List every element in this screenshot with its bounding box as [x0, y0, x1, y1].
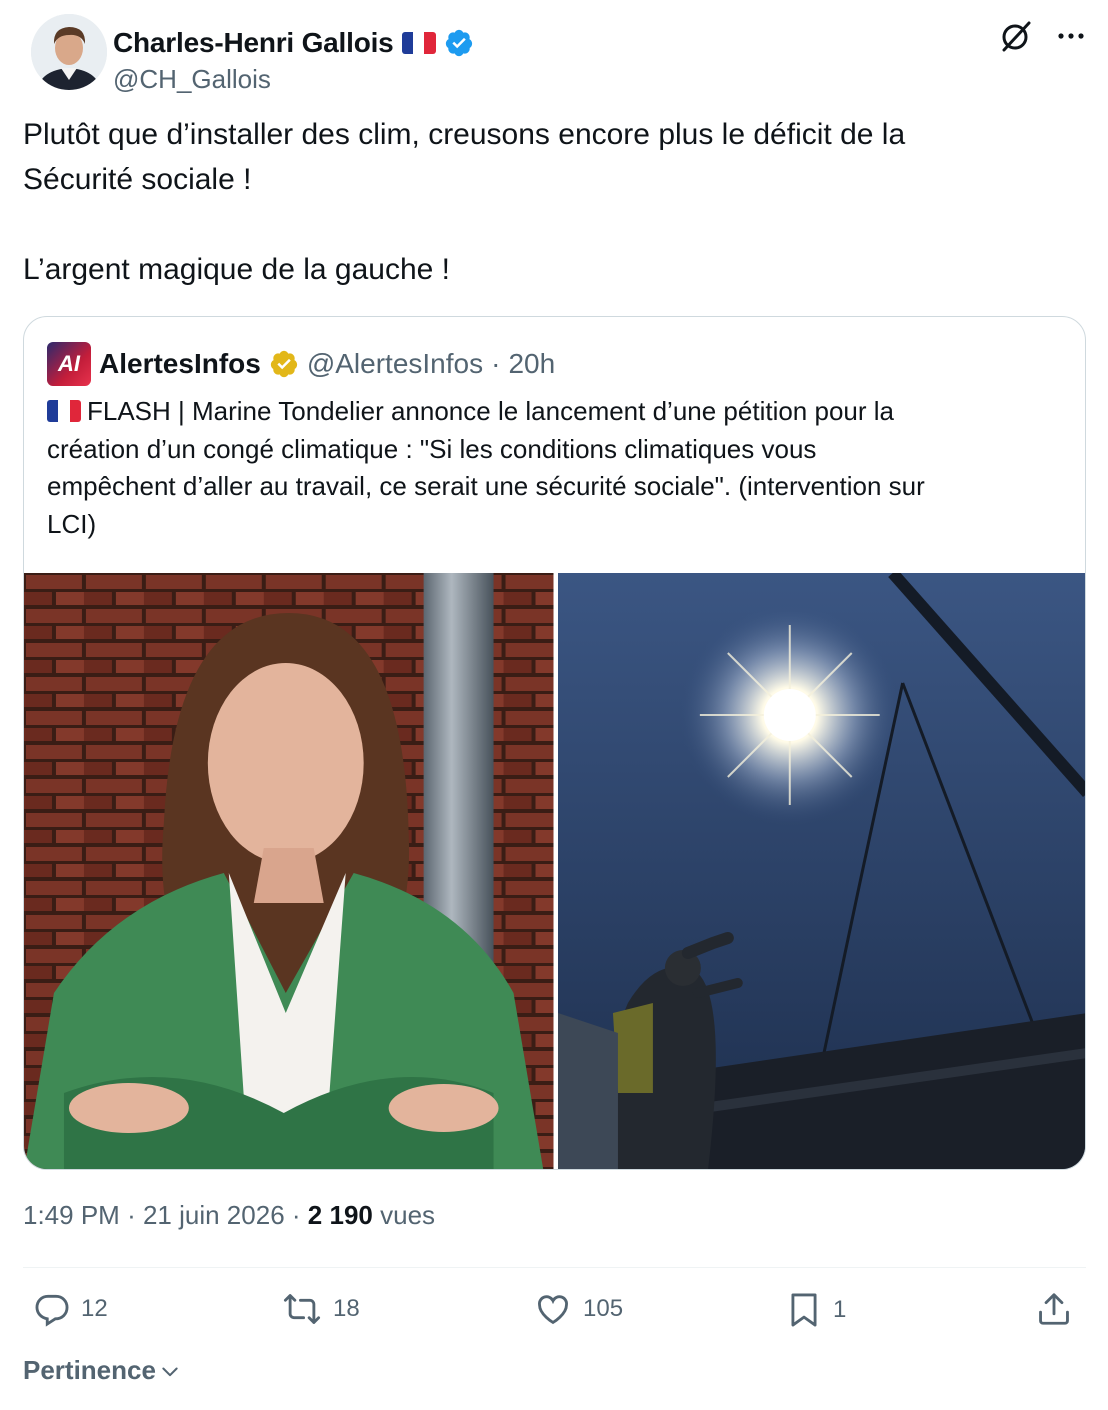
- tweet-line: Sécurité sociale !: [23, 163, 252, 196]
- verified-badge-icon: [445, 29, 472, 57]
- like-button[interactable]: 105: [533, 1290, 623, 1328]
- author-avatar[interactable]: [31, 14, 107, 90]
- sort-label: Pertinence: [23, 1355, 156, 1385]
- share-button[interactable]: [1035, 1290, 1073, 1328]
- views-label: vues: [380, 1200, 436, 1230]
- bookmark-button[interactable]: 1: [785, 1290, 846, 1330]
- quote-line: création d’un congé climatique : "Si les…: [47, 433, 817, 464]
- share-icon: [1039, 1293, 1069, 1325]
- meta-separator: ·: [291, 1200, 301, 1230]
- quote-time[interactable]: 20h: [508, 348, 555, 380]
- media-photo-sun[interactable]: [557, 573, 1085, 1169]
- repost-icon: [283, 1294, 321, 1324]
- quote-header: AI AlertesInfos @AlertesInfos · 20h: [47, 342, 555, 386]
- chevron-down-icon: [162, 1367, 178, 1376]
- action-bar: 12 18 105 1: [23, 1290, 1086, 1338]
- views-count[interactable]: 2 190: [308, 1200, 373, 1230]
- sort-selector[interactable]: Pertinence: [23, 1355, 180, 1386]
- tweet-date[interactable]: 21 juin 2026: [143, 1200, 285, 1230]
- author-name[interactable]: Charles-Henri Gallois: [113, 27, 394, 59]
- quote-line: empêchent d’aller au travail, ce serait …: [47, 471, 925, 501]
- divider: [23, 1267, 1086, 1268]
- quote-author-name[interactable]: AlertesInfos: [99, 348, 261, 380]
- repost-button[interactable]: 18: [281, 1290, 360, 1328]
- tweet-line: L’argent magique de la gauche !: [23, 253, 450, 286]
- quote-separator: ·: [491, 348, 501, 379]
- tweet-meta: 1:49 PM · 21 juin 2026 · 2 190 vues: [23, 1200, 435, 1231]
- header-actions: [998, 18, 1086, 54]
- quoted-tweet[interactable]: AI AlertesInfos @AlertesInfos · 20h FLAS…: [23, 316, 1086, 1170]
- avatar-image: [31, 14, 107, 90]
- tweet-header: Charles-Henri Gallois @CH_Gallois: [23, 12, 1086, 95]
- quote-text: FLASH | Marine Tondelier annonce le lanc…: [47, 393, 1057, 543]
- quote-avatar[interactable]: AI: [47, 342, 91, 386]
- quote-line: LCI): [47, 508, 97, 539]
- quote-logo-text: AI: [58, 351, 80, 376]
- repost-count: 18: [333, 1295, 360, 1322]
- reply-icon: [35, 1294, 69, 1327]
- verified-badge-icon: [270, 350, 297, 378]
- quote-line: FLASH | Marine Tondelier annonce le lanc…: [87, 396, 894, 426]
- more-icon[interactable]: [1056, 21, 1086, 51]
- grok-icon[interactable]: [998, 18, 1034, 54]
- quote-handle[interactable]: @AlertesInfos: [307, 348, 483, 380]
- sun-worker-image: [557, 573, 1085, 1169]
- french-flag-icon: [401, 32, 436, 54]
- bookmark-count: 1: [833, 1296, 847, 1323]
- french-flag-icon: [47, 400, 81, 422]
- like-count: 105: [583, 1295, 624, 1322]
- author-name-row: Charles-Henri Gallois: [113, 27, 474, 59]
- tweet-line: Plutôt que d’installer des clim, creuson…: [23, 118, 906, 151]
- quote-media: [24, 573, 1085, 1169]
- meta-separator: ·: [127, 1200, 136, 1230]
- tweet-time[interactable]: 1:49 PM: [23, 1200, 120, 1230]
- tweet-text: Plutôt que d’installer des clim, creuson…: [23, 112, 1063, 292]
- author-handle[interactable]: @CH_Gallois: [113, 64, 271, 95]
- like-icon: [538, 1295, 568, 1325]
- portrait-image: [24, 573, 554, 1169]
- reply-button[interactable]: 12: [33, 1290, 108, 1328]
- bookmark-icon: [791, 1293, 817, 1327]
- media-photo-portrait[interactable]: [24, 573, 554, 1169]
- reply-count: 12: [81, 1295, 108, 1322]
